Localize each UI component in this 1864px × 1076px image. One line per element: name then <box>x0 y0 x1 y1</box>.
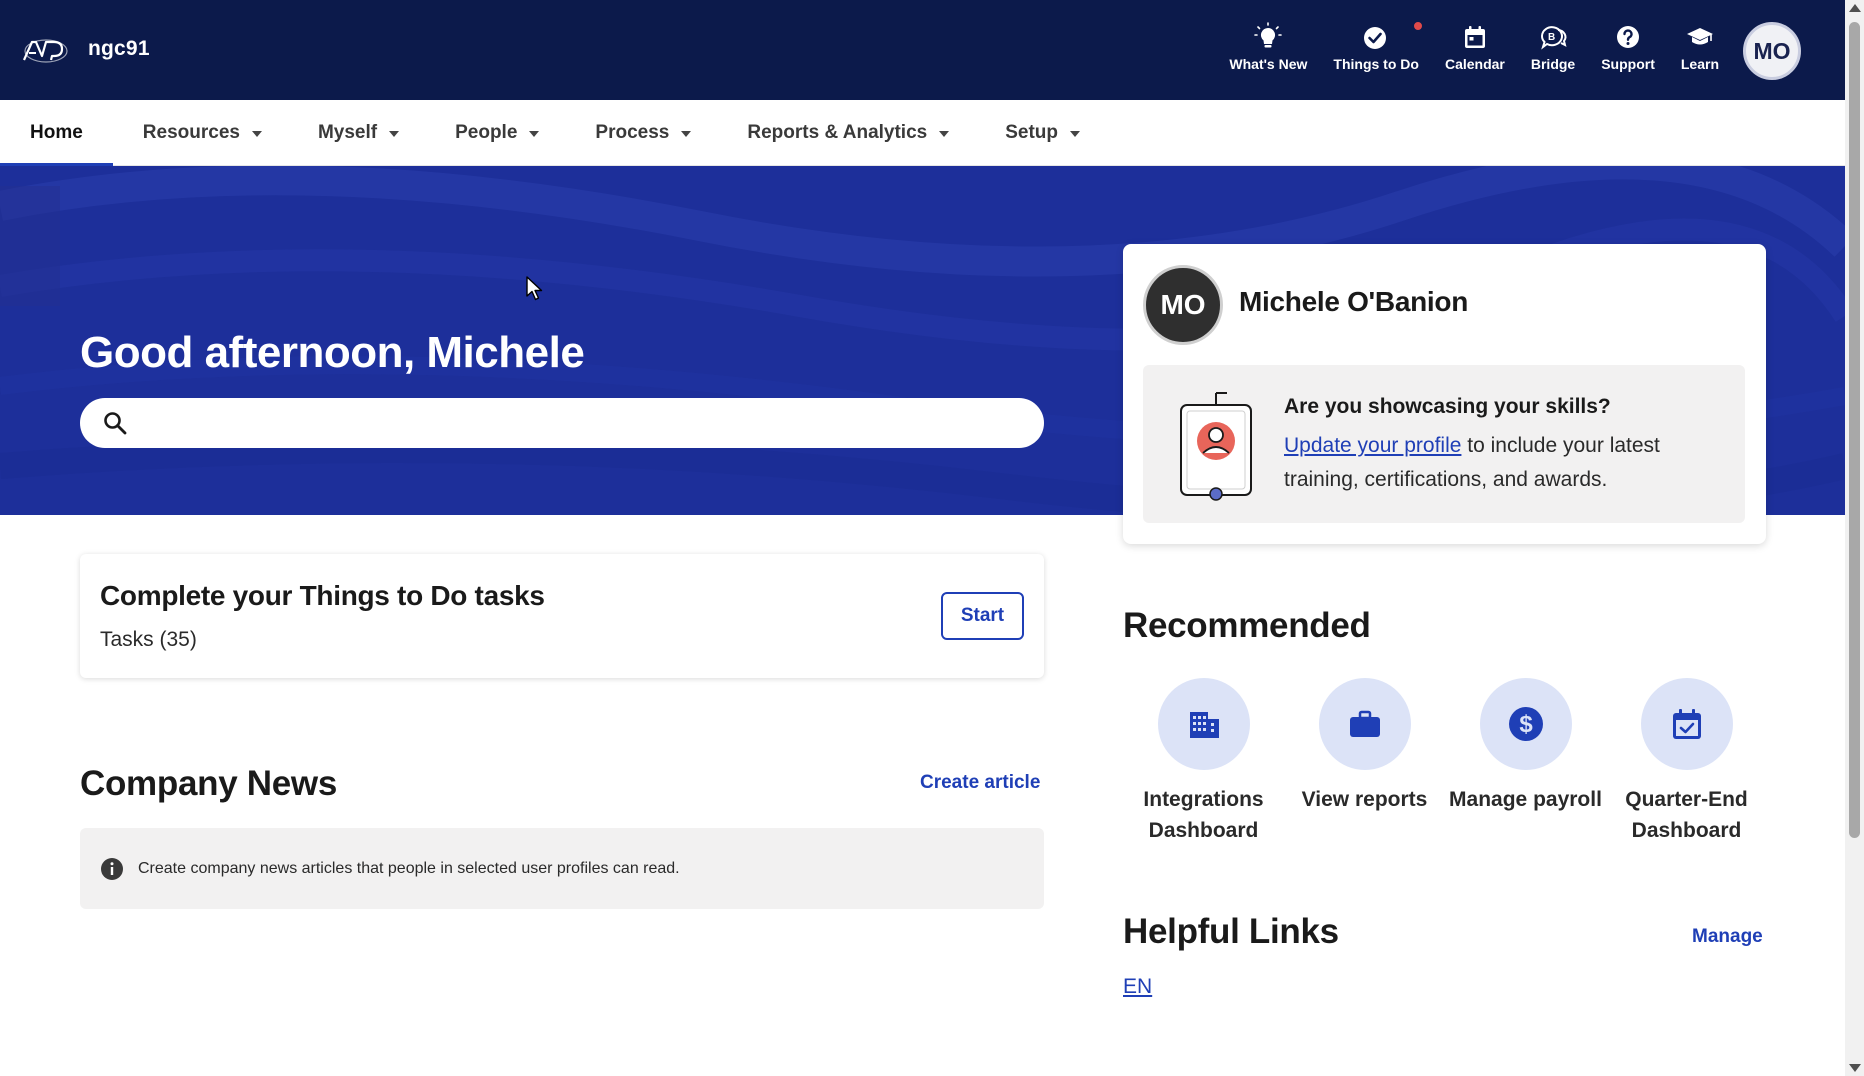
todo-task-count: Tasks (35) <box>100 628 197 651</box>
search-bar[interactable] <box>80 398 1044 448</box>
rec-circle <box>1318 678 1411 770</box>
integrations-dashboard-label: Integrations Dashboard <box>1143 788 1264 842</box>
nav-people[interactable]: People <box>455 100 540 166</box>
question-icon <box>1611 18 1645 56</box>
bridge-label: Bridge <box>1530 56 1576 72</box>
rec-circle <box>1157 678 1250 770</box>
nav-resources[interactable]: Resources <box>143 100 262 166</box>
scrollbar-thumb[interactable] <box>1849 22 1860 838</box>
manage-links-link[interactable]: Manage <box>1692 926 1763 948</box>
calendar-label: Calendar <box>1444 56 1505 72</box>
calendar-icon <box>1458 18 1492 56</box>
profile-card: MO Michele O'Banion Are you showcasing y… <box>1123 244 1766 544</box>
nav-resources-label: Resources <box>142 121 240 143</box>
adp-logo-icon <box>22 39 68 63</box>
bridge-icon: B <box>1536 18 1570 56</box>
whats-new-label: What's New <box>1229 56 1308 72</box>
user-avatar-button[interactable]: MO <box>1743 22 1801 80</box>
nav-home[interactable]: Home <box>0 100 113 167</box>
skills-text: Update your profile to include your late… <box>1284 429 1724 497</box>
nav-process-label: Process <box>595 121 670 143</box>
search-icon <box>104 412 127 435</box>
notification-dot <box>1412 21 1423 31</box>
main-nav: Home Resources Myself People Process Rep… <box>0 100 1845 167</box>
profile-avatar[interactable]: MO <box>1143 265 1223 345</box>
page-scrollbar[interactable] <box>1845 0 1864 1076</box>
bridge-button[interactable]: B Bridge <box>1531 18 1575 72</box>
check-circle-icon <box>1359 18 1393 56</box>
search-input[interactable] <box>140 401 1044 445</box>
id-badge-illustration-icon <box>1180 392 1252 501</box>
create-article-link[interactable]: Create article <box>920 772 1040 794</box>
rec-circle: $ <box>1479 678 1572 770</box>
caret-down-icon <box>939 130 950 137</box>
building-icon <box>1189 712 1219 738</box>
lightbulb-icon <box>1251 18 1285 56</box>
info-icon <box>101 857 123 880</box>
calendar-check-icon <box>1672 709 1701 739</box>
nav-reports-label: Reports & Analytics <box>747 121 928 143</box>
svg-text:$: $ <box>1519 711 1533 738</box>
svg-text:B: B <box>1548 32 1555 43</box>
skills-title: Are you showcasing your skills? <box>1284 395 1611 418</box>
helpful-links-heading: Helpful Links <box>1123 912 1339 951</box>
nav-home-label: Home <box>30 121 83 143</box>
learn-label: Learn <box>1680 56 1719 72</box>
whats-new-button[interactable]: What's New <box>1229 18 1307 72</box>
mouse-cursor-icon <box>526 276 543 301</box>
quarter-end-dashboard-tile[interactable]: Quarter-End Dashboard <box>1606 678 1767 846</box>
nav-setup[interactable]: Setup <box>1005 100 1080 166</box>
view-reports-tile[interactable]: View reports <box>1284 678 1445 846</box>
things-to-do-label: Things to Do <box>1333 56 1419 72</box>
integrations-dashboard-tile[interactable]: Integrations Dashboard <box>1123 678 1284 846</box>
todo-title: Complete your Things to Do tasks <box>100 580 545 611</box>
caret-down-icon <box>251 130 262 137</box>
nav-setup-label: Setup <box>1005 121 1058 143</box>
scroll-up-arrow-icon[interactable] <box>1849 4 1861 12</box>
things-to-do-button[interactable]: Things to Do <box>1333 18 1423 72</box>
dollar-icon: $ <box>1508 707 1543 741</box>
things-to-do-card: Complete your Things to Do tasks Tasks (… <box>80 554 1044 678</box>
en-link[interactable]: EN <box>1123 975 1152 999</box>
nav-reports-analytics[interactable]: Reports & Analytics <box>747 100 950 166</box>
briefcase-icon <box>1349 710 1380 737</box>
caret-down-icon <box>389 130 400 137</box>
rec-circle <box>1640 678 1733 770</box>
update-profile-link[interactable]: Update your profile <box>1284 434 1461 457</box>
greeting-heading: Good afternoon, Michele <box>80 328 585 377</box>
quarter-end-dashboard-label: Quarter-End Dashboard <box>1625 788 1748 842</box>
scroll-down-arrow-icon[interactable] <box>1849 1064 1861 1072</box>
top-header: ngc91 What's New Things to Do Calendar B <box>0 0 1845 100</box>
nav-myself-label: Myself <box>317 121 378 143</box>
graduation-cap-icon <box>1683 18 1717 56</box>
support-button[interactable]: Support <box>1601 18 1655 72</box>
skills-prompt-box: Are you showcasing your skills? Update y… <box>1143 365 1745 523</box>
support-label: Support <box>1601 56 1655 72</box>
caret-down-icon <box>1070 130 1080 137</box>
nav-people-label: People <box>455 121 518 143</box>
caret-down-icon <box>529 130 540 137</box>
recommended-list: Integrations Dashboard View reports $ Ma… <box>1123 678 1766 846</box>
company-code: ngc91 <box>88 37 150 60</box>
caret-down-icon <box>681 130 692 137</box>
manage-payroll-tile[interactable]: $ Manage payroll <box>1445 678 1606 846</box>
company-news-heading: Company News <box>80 764 338 803</box>
manage-payroll-label: Manage payroll <box>1449 788 1602 811</box>
view-reports-label: View reports <box>1301 788 1428 811</box>
nav-process[interactable]: Process <box>595 100 692 166</box>
start-button[interactable]: Start <box>941 592 1024 640</box>
header-tools: What's New Things to Do Calendar B Bridg… <box>1203 18 1719 72</box>
calendar-button[interactable]: Calendar <box>1445 18 1505 72</box>
profile-name: Michele O'Banion <box>1239 286 1469 317</box>
company-news-info-text: Create company news articles that people… <box>138 859 680 877</box>
adp-logo[interactable] <box>22 36 68 66</box>
recommended-heading: Recommended <box>1123 606 1371 645</box>
nav-myself[interactable]: Myself <box>317 100 400 166</box>
learn-button[interactable]: Learn <box>1681 18 1719 72</box>
company-news-info: Create company news articles that people… <box>80 828 1044 909</box>
